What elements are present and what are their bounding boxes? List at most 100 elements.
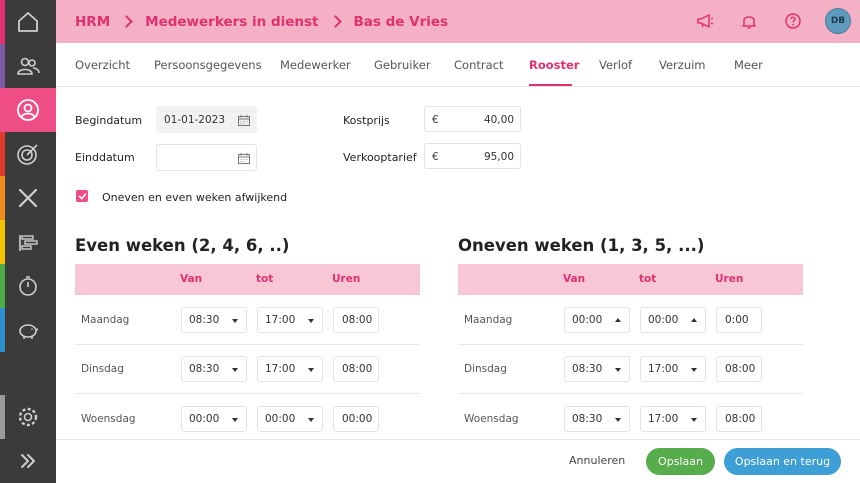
col-tot: tot — [256, 273, 274, 285]
header-bar: HRM Medewerkers in dienst Bas de Vries D… — [56, 0, 860, 43]
tab-rooster[interactable]: Rooster — [529, 58, 579, 72]
einddatum-field[interactable] — [156, 144, 257, 171]
col-uren: Uren — [332, 273, 361, 285]
even-weeks-title: Even weken (2, 4, 6, ..) — [75, 236, 290, 255]
van-select[interactable]: 08:30 — [564, 406, 630, 432]
uren-field[interactable]: 08:00 — [333, 307, 379, 333]
tot-select[interactable]: 00:00 — [640, 307, 706, 333]
kostprijs-value: 40,00 — [483, 114, 514, 126]
tab-overzicht[interactable]: Overzicht — [75, 58, 130, 72]
breadcrumb-item-employees[interactable]: Medewerkers in dienst — [145, 14, 318, 30]
save-button[interactable]: Opslaan — [646, 448, 715, 475]
uren-field[interactable]: 0:00 — [716, 307, 762, 333]
weeks-differ-label: Oneven en even weken afwijkend — [102, 191, 288, 204]
tot-select[interactable]: 17:00 — [257, 307, 323, 333]
day-label: Maandag — [464, 314, 513, 326]
tab-gebruiker[interactable]: Gebruiker — [374, 58, 431, 72]
day-label: Dinsdag — [464, 363, 507, 375]
sidebar-item-people[interactable] — [0, 44, 56, 88]
day-label: Dinsdag — [81, 363, 124, 375]
tab-persoonsgegevens[interactable]: Persoonsgegevens — [154, 58, 262, 72]
even-table-header: Van tot Uren — [75, 264, 420, 295]
caret-down-icon — [308, 418, 314, 422]
day-label: Maandag — [81, 314, 130, 326]
verkooptarief-label: Verkooptarief — [343, 151, 417, 164]
avatar[interactable]: DB — [825, 8, 851, 34]
row-divider — [458, 344, 803, 345]
caret-down-icon — [615, 418, 621, 422]
chevron-right-icon — [120, 15, 134, 28]
home-icon — [18, 12, 38, 32]
bell-icon[interactable] — [740, 12, 758, 30]
currency-symbol: € — [432, 114, 439, 126]
sidebar-item-finance[interactable] — [0, 308, 56, 352]
sidebar-item-time[interactable] — [0, 264, 56, 308]
caret-down-icon — [691, 368, 697, 372]
col-tot: tot — [639, 273, 657, 285]
cancel-button[interactable]: Annuleren — [569, 454, 625, 467]
begindatum-field[interactable]: 01-01-2023 — [156, 106, 257, 133]
begindatum-value: 01-01-2023 — [164, 114, 226, 126]
sidebar-item-tools[interactable] — [0, 176, 56, 220]
tot-select[interactable]: 17:00 — [640, 356, 706, 382]
uren-field[interactable]: 00:00 — [333, 406, 379, 432]
calendar-icon[interactable] — [238, 115, 250, 126]
tot-select[interactable]: 00:00 — [257, 406, 323, 432]
caret-down-icon — [308, 368, 314, 372]
sidebar-item-home[interactable] — [0, 0, 56, 44]
uren-field[interactable]: 08:00 — [716, 356, 762, 382]
tab-bar: Overzicht Persoonsgegevens Medewerker Ge… — [56, 43, 860, 87]
tools-icon — [18, 188, 38, 208]
row-divider — [75, 393, 420, 394]
tab-contract[interactable]: Contract — [454, 58, 503, 72]
gantt-icon — [19, 235, 38, 251]
help-icon[interactable] — [784, 12, 802, 30]
caret-up-icon — [615, 318, 621, 322]
gear-icon — [18, 407, 38, 427]
uren-field[interactable]: 08:00 — [333, 356, 379, 382]
target-icon — [17, 144, 38, 165]
megaphone-icon[interactable] — [696, 12, 714, 30]
save-and-back-button[interactable]: Opslaan en terug — [724, 448, 841, 475]
calendar-icon[interactable] — [238, 153, 250, 164]
stopwatch-icon — [19, 276, 37, 296]
chevron-right-icon — [328, 15, 342, 28]
sidebar-item-expand[interactable] — [0, 439, 56, 483]
caret-down-icon — [308, 319, 314, 323]
kostprijs-field[interactable]: € 40,00 — [424, 106, 521, 132]
breadcrumb: HRM Medewerkers in dienst Bas de Vries — [75, 14, 448, 30]
col-uren: Uren — [715, 273, 744, 285]
piggy-bank-icon — [19, 324, 39, 339]
tot-select[interactable]: 17:00 — [640, 406, 706, 432]
verkooptarief-value: 95,00 — [483, 151, 514, 163]
sidebar-item-goals[interactable] — [0, 132, 56, 176]
weeks-differ-checkbox[interactable] — [76, 190, 88, 202]
verkooptarief-field[interactable]: € 95,00 — [424, 143, 521, 169]
check-icon — [78, 192, 86, 199]
sidebar-item-employee[interactable] — [0, 88, 56, 132]
uren-field[interactable]: 08:00 — [716, 406, 762, 432]
day-label: Woensdag — [81, 413, 136, 425]
row-divider — [458, 393, 803, 394]
tot-select[interactable]: 17:00 — [257, 356, 323, 382]
sidebar-item-planning[interactable] — [0, 220, 56, 264]
tab-medewerker[interactable]: Medewerker — [280, 58, 351, 72]
tab-verlof[interactable]: Verlof — [599, 58, 632, 72]
van-select[interactable]: 08:30 — [564, 356, 630, 382]
tab-meer[interactable]: Meer — [734, 58, 763, 72]
caret-down-icon — [232, 418, 238, 422]
van-select[interactable]: 00:00 — [181, 406, 247, 432]
van-select[interactable]: 08:30 — [181, 356, 247, 382]
sidebar-item-settings[interactable] — [0, 395, 56, 439]
tab-verzuim[interactable]: Verzuim — [659, 58, 706, 72]
van-select[interactable]: 00:00 — [564, 307, 630, 333]
caret-down-icon — [232, 368, 238, 372]
einddatum-label: Einddatum — [75, 151, 135, 164]
van-select[interactable]: 08:30 — [181, 307, 247, 333]
day-label: Woensdag — [464, 413, 519, 425]
breadcrumb-item-hrm[interactable]: HRM — [75, 14, 110, 30]
col-van: Van — [563, 273, 586, 285]
caret-down-icon — [691, 418, 697, 422]
caret-up-icon — [691, 318, 697, 322]
active-tab-indicator — [529, 84, 572, 86]
